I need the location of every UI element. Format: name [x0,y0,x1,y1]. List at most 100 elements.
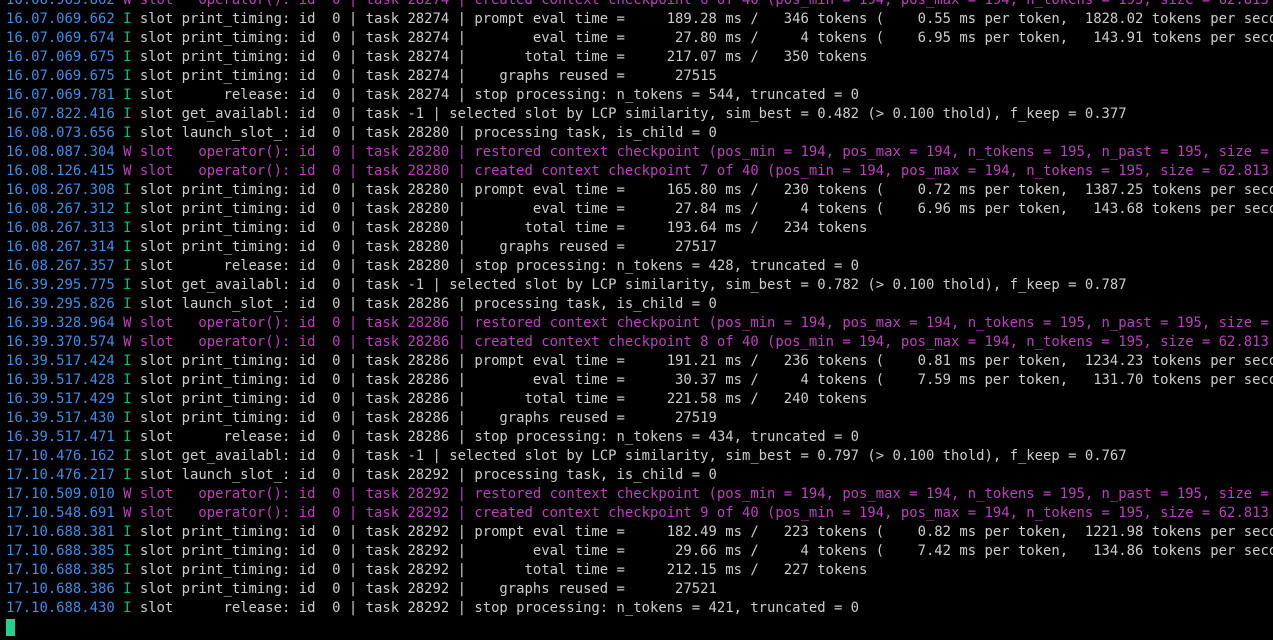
log-message: slot get_availabl: id 0 | task -1 | sele… [131,277,1127,293]
log-line: 16.39.517.424 I slot print_timing: id 0 … [6,352,1273,371]
log-timestamp: 17.10.688.385 [6,562,115,578]
log-message: slot print_timing: id 0 | task 28274 | p… [131,11,1273,27]
log-timestamp: 16.08.267.313 [6,220,115,236]
log-line: 17.10.688.430 I slot release: id 0 | tas… [6,599,1273,618]
log-line: 16.08.267.308 I slot print_timing: id 0 … [6,181,1273,200]
terminal-window[interactable]: 16.06.965.862 W slot operator(): id 0 | … [0,0,1273,640]
log-line: 16.07.069.662 I slot print_timing: id 0 … [6,10,1273,29]
log-timestamp: 16.39.517.471 [6,429,115,445]
log-line: 16.39.517.428 I slot print_timing: id 0 … [6,371,1273,390]
log-line: 16.08.126.415 W slot operator(): id 0 | … [6,162,1273,181]
log-timestamp: 16.07.822.416 [6,106,115,122]
log-line: 16.08.267.312 I slot print_timing: id 0 … [6,200,1273,219]
log-timestamp: 16.07.069.674 [6,30,115,46]
log-timestamp: 16.39.295.775 [6,277,115,293]
log-line: 16.39.328.964 W slot operator(): id 0 | … [6,314,1273,333]
log-line: 17.10.509.010 W slot operator(): id 0 | … [6,485,1273,504]
log-message: slot print_timing: id 0 | task 28292 | p… [131,524,1273,540]
log-message: slot print_timing: id 0 | task 28292 | t… [131,562,868,578]
log-timestamp: 17.10.476.162 [6,448,115,464]
log-message: slot operator(): id 0 | task 28286 | res… [131,315,1273,331]
log-timestamp: 16.07.069.662 [6,11,115,27]
log-timestamp: 17.10.476.217 [6,467,115,483]
log-timestamp: 16.39.328.964 [6,315,115,331]
log-message: slot operator(): id 0 | task 28280 | res… [131,144,1273,160]
log-timestamp: 16.39.517.424 [6,353,115,369]
log-output: 16.06.965.862 W slot operator(): id 0 | … [6,0,1273,618]
log-line: 16.08.267.313 I slot print_timing: id 0 … [6,219,1273,238]
log-line: 16.39.295.775 I slot get_availabl: id 0 … [6,276,1273,295]
log-timestamp: 16.39.517.429 [6,391,115,407]
log-message: slot print_timing: id 0 | task 28286 | t… [131,391,868,407]
terminal-cursor [6,619,15,636]
log-timestamp: 16.39.295.826 [6,296,115,312]
log-line: 16.08.267.314 I slot print_timing: id 0 … [6,238,1273,257]
log-message: slot print_timing: id 0 | task 28280 | p… [131,182,1273,198]
log-timestamp: 16.07.069.675 [6,49,115,65]
log-line: 17.10.548.691 W slot operator(): id 0 | … [6,504,1273,523]
log-message: slot release: id 0 | task 28286 | stop p… [131,429,860,445]
log-line: 17.10.688.386 I slot print_timing: id 0 … [6,580,1273,599]
log-timestamp: 17.10.688.386 [6,581,115,597]
log-timestamp: 16.08.267.308 [6,182,115,198]
log-message: slot print_timing: id 0 | task 28274 | e… [131,30,1273,46]
log-line: 17.10.476.162 I slot get_availabl: id 0 … [6,447,1273,466]
log-timestamp: 17.10.688.430 [6,600,115,616]
log-message: slot operator(): id 0 | task 28292 | cre… [131,505,1273,521]
log-message: slot operator(): id 0 | task 28292 | res… [131,486,1273,502]
log-message: slot release: id 0 | task 28280 | stop p… [131,258,860,274]
log-message: slot release: id 0 | task 28292 | stop p… [131,600,860,616]
log-timestamp: 17.10.509.010 [6,486,115,502]
log-line: 16.39.370.574 W slot operator(): id 0 | … [6,333,1273,352]
log-line: 16.39.295.826 I slot launch_slot_: id 0 … [6,295,1273,314]
log-message: slot print_timing: id 0 | task 28286 | g… [131,410,717,426]
log-message: slot operator(): id 0 | task 28280 | cre… [131,163,1273,179]
log-timestamp: 17.10.688.385 [6,543,115,559]
log-timestamp: 17.10.688.381 [6,524,115,540]
log-line: 16.39.517.430 I slot print_timing: id 0 … [6,409,1273,428]
log-line: 16.08.087.304 W slot operator(): id 0 | … [6,143,1273,162]
log-message: slot launch_slot_: id 0 | task 28292 | p… [131,467,717,483]
log-line: 16.07.069.674 I slot print_timing: id 0 … [6,29,1273,48]
log-line: 16.39.517.429 I slot print_timing: id 0 … [6,390,1273,409]
log-timestamp: 16.39.370.574 [6,334,115,350]
log-timestamp: 16.39.517.428 [6,372,115,388]
log-message: slot print_timing: id 0 | task 28274 | g… [131,68,717,84]
log-line: 17.10.688.385 I slot print_timing: id 0 … [6,542,1273,561]
log-line: 16.08.073.656 I slot launch_slot_: id 0 … [6,124,1273,143]
log-timestamp: 16.08.087.304 [6,144,115,160]
log-timestamp: 16.08.267.357 [6,258,115,274]
log-message: slot get_availabl: id 0 | task -1 | sele… [131,106,1127,122]
log-timestamp: 16.08.073.656 [6,125,115,141]
log-message: slot operator(): id 0 | task 28274 | cre… [131,0,1273,8]
log-line: 16.07.822.416 I slot get_availabl: id 0 … [6,105,1273,124]
log-message: slot operator(): id 0 | task 28286 | cre… [131,334,1273,350]
log-message: slot launch_slot_: id 0 | task 28286 | p… [131,296,717,312]
log-timestamp: 16.08.126.415 [6,163,115,179]
log-message: slot print_timing: id 0 | task 28286 | p… [131,353,1273,369]
log-message: slot print_timing: id 0 | task 28280 | t… [131,220,868,236]
log-line: 17.10.688.385 I slot print_timing: id 0 … [6,561,1273,580]
log-line: 16.06.965.862 W slot operator(): id 0 | … [6,0,1273,10]
log-line: 16.08.267.357 I slot release: id 0 | tas… [6,257,1273,276]
log-timestamp: 16.08.267.314 [6,239,115,255]
log-line: 17.10.476.217 I slot launch_slot_: id 0 … [6,466,1273,485]
log-message: slot print_timing: id 0 | task 28274 | t… [131,49,868,65]
log-line: 16.07.069.675 I slot print_timing: id 0 … [6,67,1273,86]
log-line: 16.07.069.781 I slot release: id 0 | tas… [6,86,1273,105]
log-timestamp: 16.08.267.312 [6,201,115,217]
log-timestamp: 16.06.965.862 [6,0,115,8]
log-timestamp: 16.07.069.781 [6,87,115,103]
log-timestamp: 16.07.069.675 [6,68,115,84]
log-message: slot release: id 0 | task 28274 | stop p… [131,87,860,103]
log-message: slot print_timing: id 0 | task 28292 | g… [131,581,717,597]
log-line: 16.39.517.471 I slot release: id 0 | tas… [6,428,1273,447]
log-message: slot print_timing: id 0 | task 28286 | e… [131,372,1273,388]
log-message: slot print_timing: id 0 | task 28280 | g… [131,239,717,255]
log-message: slot get_availabl: id 0 | task -1 | sele… [131,448,1127,464]
log-line: 17.10.688.381 I slot print_timing: id 0 … [6,523,1273,542]
log-line: 16.07.069.675 I slot print_timing: id 0 … [6,48,1273,67]
log-message: slot print_timing: id 0 | task 28280 | e… [131,201,1273,217]
log-timestamp: 17.10.548.691 [6,505,115,521]
log-message: slot launch_slot_: id 0 | task 28280 | p… [131,125,717,141]
